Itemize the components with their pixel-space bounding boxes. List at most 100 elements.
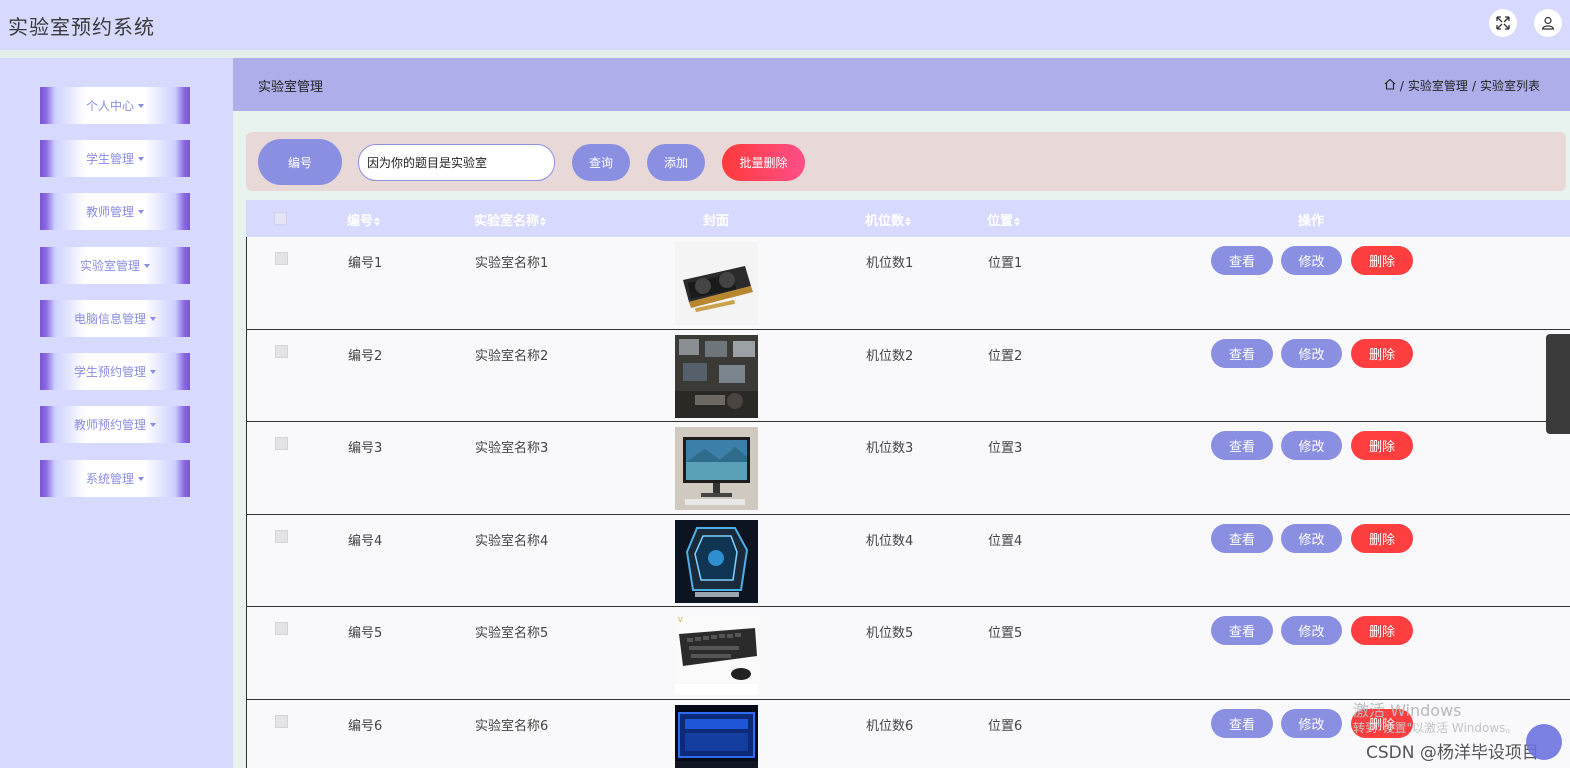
sidebar-item-label: 教师管理 xyxy=(85,205,134,219)
delete-button[interactable]: 删除 xyxy=(1351,523,1413,553)
breadcrumb-separator: / xyxy=(1471,78,1476,93)
sidebar-item-teacher-bookings[interactable]: 教师预约管理 xyxy=(40,406,190,443)
cover-image[interactable]: V xyxy=(675,612,758,695)
row-checkbox[interactable] xyxy=(275,344,288,358)
page-title: 实验室管理 xyxy=(258,80,324,95)
sidebar-item-personal-center[interactable]: 个人中心 xyxy=(40,87,190,124)
table-row: 编号1 实验室名称1 机位数1 位置1 查看 修改 删除 xyxy=(246,237,1570,330)
view-button[interactable]: 查看 xyxy=(1211,616,1273,645)
csdn-watermark: CSDN @杨洋毕设项目 xyxy=(1366,743,1539,763)
edit-button[interactable]: 修改 xyxy=(1281,338,1342,368)
app-title: 实验室预约系统 xyxy=(8,15,155,39)
edit-button[interactable]: 修改 xyxy=(1281,523,1342,553)
query-button[interactable]: 查询 xyxy=(572,144,630,181)
column-header-label: 编号 xyxy=(347,214,374,229)
breadcrumb-bar: 实验室管理 / 实验室管理 / 实验室列表 xyxy=(233,58,1570,111)
sidebar-item-computers[interactable]: 电脑信息管理 xyxy=(40,300,190,337)
row-checkbox[interactable] xyxy=(275,714,288,728)
caret-down-icon xyxy=(150,422,156,427)
cell-id: 编号4 xyxy=(348,533,383,549)
edit-button[interactable]: 修改 xyxy=(1281,708,1342,738)
cell-name: 实验室名称6 xyxy=(475,718,549,734)
svg-text:V: V xyxy=(678,616,683,624)
view-button[interactable]: 查看 xyxy=(1211,431,1273,460)
add-button[interactable]: 添加 xyxy=(647,144,705,181)
cover-image[interactable] xyxy=(675,519,758,603)
user-icon[interactable] xyxy=(1534,9,1562,37)
cell-seats: 机位数1 xyxy=(866,256,914,271)
cell-id: 编号6 xyxy=(348,718,383,734)
caret-down-icon xyxy=(138,476,144,481)
side-drawer-tab[interactable] xyxy=(1546,334,1570,434)
cell-location: 位置6 xyxy=(988,718,1023,734)
table-row: 编号4 实验室名称4 机位数4 位置4 查看 修改 删除 xyxy=(246,514,1570,607)
sort-icon[interactable] xyxy=(905,217,912,226)
caret-down-icon xyxy=(138,209,144,214)
cell-seats: 机位数6 xyxy=(866,718,914,734)
sidebar-item-teachers[interactable]: 教师管理 xyxy=(40,193,190,230)
cell-name: 实验室名称5 xyxy=(475,626,549,641)
column-header-location[interactable]: 位置 xyxy=(987,210,1021,229)
sidebar-item-students[interactable]: 学生管理 xyxy=(40,140,190,177)
delete-button[interactable]: 删除 xyxy=(1351,246,1413,275)
sidebar-item-student-bookings[interactable]: 学生预约管理 xyxy=(40,353,190,390)
view-button[interactable]: 查看 xyxy=(1211,246,1273,275)
bulk-delete-button[interactable]: 批量删除 xyxy=(722,144,805,181)
edit-button[interactable]: 修改 xyxy=(1281,431,1342,460)
column-header-name[interactable]: 实验室名称 xyxy=(474,210,547,229)
floating-action-button[interactable] xyxy=(1526,724,1562,760)
cell-id: 编号1 xyxy=(348,256,383,271)
breadcrumb-item[interactable]: 实验室管理 xyxy=(1408,77,1468,94)
top-header: 实验室预约系统 xyxy=(0,0,1570,50)
edit-button[interactable]: 修改 xyxy=(1281,246,1342,275)
cell-location: 位置5 xyxy=(988,626,1023,641)
view-button[interactable]: 查看 xyxy=(1211,523,1273,553)
cell-location: 位置4 xyxy=(988,533,1023,549)
sort-icon[interactable] xyxy=(374,217,381,226)
sort-icon[interactable] xyxy=(540,217,547,226)
sidebar: 个人中心 学生管理 教师管理 实验室管理 电脑信息管理 学生预约管理 教师预约管… xyxy=(0,58,233,768)
sidebar-item-labs[interactable]: 实验室管理 xyxy=(40,247,190,284)
column-header-id[interactable]: 编号 xyxy=(347,210,381,229)
cover-image[interactable] xyxy=(675,704,758,768)
row-checkbox[interactable] xyxy=(275,622,288,635)
sidebar-item-label: 学生管理 xyxy=(85,152,134,166)
cell-seats: 机位数4 xyxy=(866,533,914,549)
cell-seats: 机位数3 xyxy=(866,441,914,456)
cover-image[interactable] xyxy=(675,242,758,325)
cell-id: 编号3 xyxy=(348,441,383,456)
edit-button[interactable]: 修改 xyxy=(1281,616,1342,645)
view-button[interactable]: 查看 xyxy=(1211,708,1273,738)
column-header-seats[interactable]: 机位数 xyxy=(865,210,912,229)
delete-button[interactable]: 删除 xyxy=(1351,338,1413,368)
home-icon[interactable] xyxy=(1384,78,1396,93)
cover-image[interactable] xyxy=(675,334,758,418)
row-checkbox[interactable] xyxy=(275,437,288,450)
sidebar-item-label: 教师预约管理 xyxy=(73,418,146,432)
cell-seats: 机位数2 xyxy=(866,348,914,364)
column-header-cover: 封面 xyxy=(703,214,730,229)
sort-icon[interactable] xyxy=(1014,217,1021,226)
delete-button[interactable]: 删除 xyxy=(1351,616,1413,645)
breadcrumb-separator: / xyxy=(1399,78,1404,93)
cover-image[interactable] xyxy=(675,427,758,510)
column-header-actions: 操作 xyxy=(1298,214,1325,229)
table-row: 编号2 实验室名称2 机位数2 位置2 查看 修改 删除 xyxy=(246,329,1570,422)
row-checkbox[interactable] xyxy=(275,529,288,543)
delete-button[interactable]: 删除 xyxy=(1351,431,1413,460)
cell-name: 实验室名称2 xyxy=(475,348,549,364)
sidebar-item-label: 个人中心 xyxy=(85,99,134,113)
sidebar-item-system[interactable]: 系统管理 xyxy=(40,460,190,497)
caret-down-icon xyxy=(150,316,156,321)
caret-down-icon xyxy=(150,369,156,374)
search-input[interactable] xyxy=(358,144,555,181)
cell-id: 编号2 xyxy=(348,348,383,364)
table-header: 编号 实验室名称 封面 机位数 位置 操作 xyxy=(246,200,1570,237)
breadcrumb-item: 实验室列表 xyxy=(1479,79,1540,93)
row-checkbox[interactable] xyxy=(275,252,288,265)
fullscreen-icon[interactable] xyxy=(1489,9,1517,37)
windows-activation-title: 激活 Windows xyxy=(1353,701,1462,720)
view-button[interactable]: 查看 xyxy=(1211,338,1273,368)
select-all-checkbox[interactable] xyxy=(274,212,287,225)
caret-down-icon xyxy=(144,263,150,268)
